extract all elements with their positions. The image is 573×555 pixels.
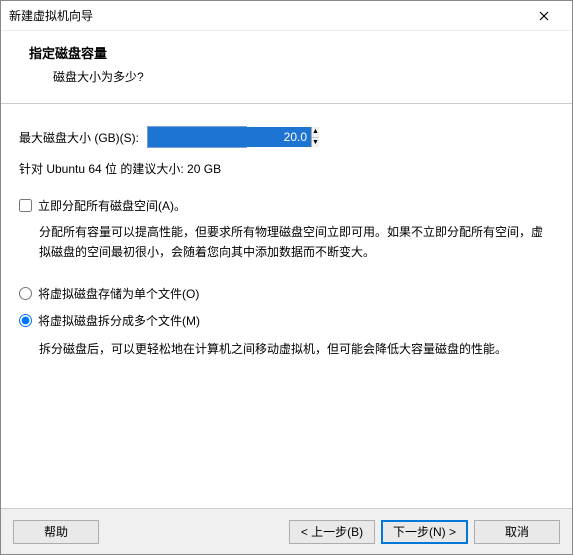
wizard-footer: 帮助 < 上一步(B) 下一步(N) > 取消 [1, 508, 572, 554]
disk-size-spinner[interactable]: ▲ ▼ [147, 126, 247, 148]
allocate-now-checkbox[interactable] [19, 199, 32, 212]
recommended-size-text: 针对 Ubuntu 64 位 的建议大小: 20 GB [19, 160, 554, 177]
disk-size-input[interactable] [148, 127, 311, 147]
back-button[interactable]: < 上一步(B) [289, 520, 375, 544]
window-title: 新建虚拟机向导 [9, 7, 524, 24]
disk-size-label: 最大磁盘大小 (GB)(S): [19, 129, 139, 146]
wizard-window: 新建虚拟机向导 指定磁盘容量 磁盘大小为多少? 最大磁盘大小 (GB)(S): … [0, 0, 573, 555]
multi-file-description: 拆分磁盘后，可以更轻松地在计算机之间移动虚拟机，但可能会降低大容量磁盘的性能。 [39, 339, 554, 359]
cancel-button[interactable]: 取消 [474, 520, 560, 544]
titlebar: 新建虚拟机向导 [1, 1, 572, 31]
spinner-down-button[interactable]: ▼ [312, 138, 319, 148]
wizard-content: 最大磁盘大小 (GB)(S): ▲ ▼ 针对 Ubuntu 64 位 的建议大小… [1, 104, 572, 508]
page-title: 指定磁盘容量 [29, 43, 554, 62]
disk-size-row: 最大磁盘大小 (GB)(S): ▲ ▼ [19, 126, 554, 148]
single-file-radio[interactable] [19, 287, 32, 300]
page-subtitle: 磁盘大小为多少? [53, 68, 554, 85]
close-icon [539, 11, 549, 21]
multi-file-row[interactable]: 将虚拟磁盘拆分成多个文件(M) [19, 312, 554, 329]
allocate-now-row[interactable]: 立即分配所有磁盘空间(A)。 [19, 197, 554, 214]
allocate-now-label: 立即分配所有磁盘空间(A)。 [38, 197, 186, 214]
allocate-now-description: 分配所有容量可以提高性能，但要求所有物理磁盘空间立即可用。如果不立即分配所有空间… [39, 222, 554, 263]
single-file-row[interactable]: 将虚拟磁盘存储为单个文件(O) [19, 285, 554, 302]
multi-file-radio[interactable] [19, 314, 32, 327]
spinner-up-button[interactable]: ▲ [312, 127, 319, 138]
multi-file-label: 将虚拟磁盘拆分成多个文件(M) [38, 312, 200, 329]
wizard-header: 指定磁盘容量 磁盘大小为多少? [1, 31, 572, 104]
close-button[interactable] [524, 2, 564, 30]
single-file-label: 将虚拟磁盘存储为单个文件(O) [38, 285, 199, 302]
spinner-buttons: ▲ ▼ [311, 127, 319, 147]
next-button[interactable]: 下一步(N) > [381, 520, 468, 544]
help-button[interactable]: 帮助 [13, 520, 99, 544]
